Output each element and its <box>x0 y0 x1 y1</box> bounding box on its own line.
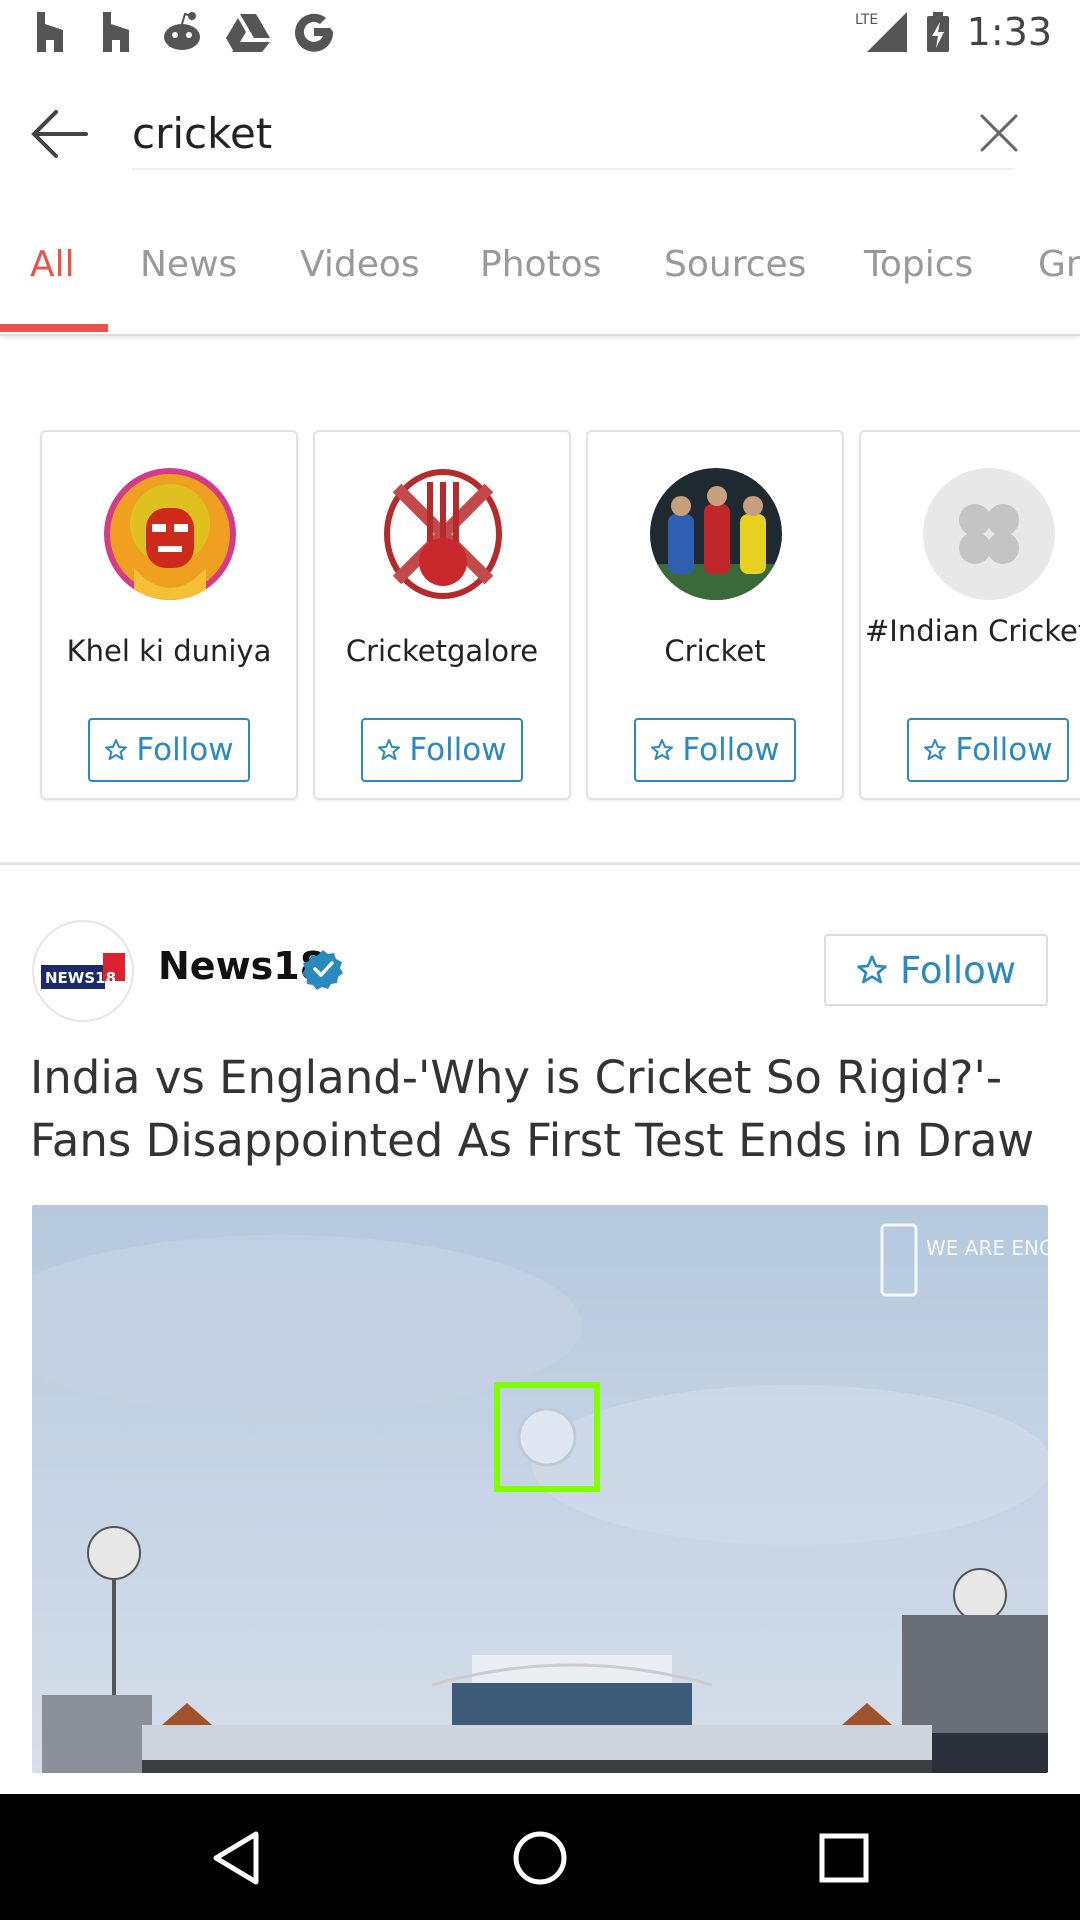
source-card[interactable]: Cricket Follow <box>586 430 844 800</box>
tab-groups[interactable]: Gr <box>1038 220 1080 332</box>
status-bar: LTE 1:33 <box>0 0 1080 64</box>
article-headline[interactable]: India vs England-'Why is Cricket So Rigi… <box>30 1046 1060 1172</box>
system-status: LTE 1:33 <box>855 10 1052 54</box>
follow-label: Follow <box>409 732 507 768</box>
source-card[interactable]: Khel ki duniya Follow <box>40 430 298 800</box>
tab-news[interactable]: News <box>140 220 237 332</box>
search-input[interactable]: cricket <box>132 98 1014 170</box>
article-image[interactable]: WE ARE ENGLAND CRICKET <box>32 1205 1048 1773</box>
avatar <box>104 468 236 600</box>
star-icon <box>651 739 674 760</box>
avatar-placeholder <box>923 468 1055 600</box>
google-drive-icon <box>226 10 270 54</box>
search-query: cricket <box>132 109 273 158</box>
sources-carousel[interactable]: Khel ki duniya Follow Cricketgalore Foll… <box>0 430 1080 802</box>
source-name: Cricketgalore <box>345 634 539 668</box>
follow-label: Follow <box>136 732 234 768</box>
publisher-logo[interactable]: NEWS18 <box>32 920 134 1022</box>
signal-lte-icon: LTE <box>855 12 907 52</box>
reddit-icon <box>160 10 204 54</box>
follow-button[interactable]: Follow <box>88 718 250 782</box>
battery-charging-icon <box>926 12 949 52</box>
watermark-text: WE ARE ENGLAND CRICKET <box>926 1236 1048 1260</box>
follow-button[interactable]: Follow <box>361 718 523 782</box>
search-header: cricket <box>0 80 1080 190</box>
follow-label: Follow <box>899 948 1017 992</box>
notification-icons <box>28 10 336 54</box>
source-name: Khel ki duniya <box>66 634 272 668</box>
follow-label: Follow <box>955 732 1053 768</box>
avatar <box>650 468 782 600</box>
star-icon <box>378 739 401 760</box>
publisher-name[interactable]: News18 <box>158 944 326 988</box>
status-time: 1:33 <box>966 10 1052 54</box>
publisher-logo-text: NEWS18 <box>45 969 116 987</box>
source-name: #Indian Cricket J <box>865 614 1080 648</box>
houzz-icon <box>28 10 72 54</box>
star-icon <box>857 955 887 984</box>
tab-photos[interactable]: Photos <box>480 220 601 332</box>
back-nav-icon[interactable] <box>206 1826 270 1890</box>
tab-videos[interactable]: Videos <box>300 220 420 332</box>
close-icon[interactable] <box>978 112 1020 154</box>
follow-button[interactable]: Follow <box>634 718 796 782</box>
search-tabs: All News Videos Photos Sources Topics Gr <box>0 220 1080 336</box>
follow-publisher-button[interactable]: Follow <box>824 934 1048 1006</box>
star-icon <box>924 739 947 760</box>
tab-topics[interactable]: Topics <box>864 220 973 332</box>
active-tab-indicator <box>0 324 108 332</box>
houzz-icon <box>94 10 138 54</box>
tab-sources[interactable]: Sources <box>664 220 806 332</box>
recents-nav-icon[interactable] <box>812 1826 876 1890</box>
star-icon <box>105 739 128 760</box>
back-arrow-icon[interactable] <box>30 106 90 162</box>
source-card[interactable]: #Indian Cricket J Follow <box>859 430 1080 800</box>
avatar <box>377 468 509 600</box>
follow-label: Follow <box>682 732 780 768</box>
news18-logo: NEWS18 <box>41 953 125 989</box>
google-icon <box>292 10 336 54</box>
follow-button[interactable]: Follow <box>907 718 1069 782</box>
home-nav-icon[interactable] <box>508 1826 572 1890</box>
source-name: Cricket <box>664 634 766 668</box>
network-type: LTE <box>855 12 878 28</box>
source-card[interactable]: Cricketgalore Follow <box>313 430 571 800</box>
verified-badge-icon <box>302 950 343 990</box>
tab-all[interactable]: All <box>30 220 75 332</box>
system-navigation-bar <box>0 1794 1080 1920</box>
section-divider <box>0 862 1080 865</box>
